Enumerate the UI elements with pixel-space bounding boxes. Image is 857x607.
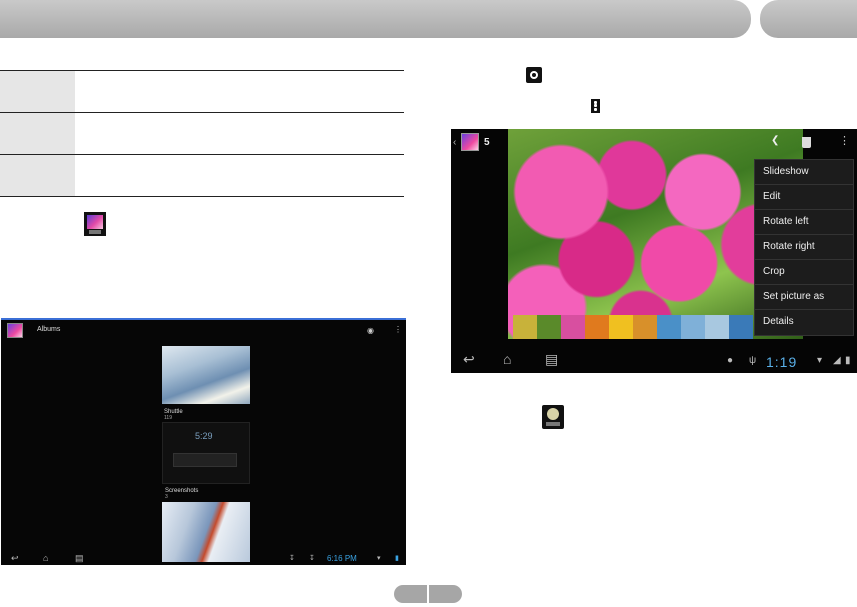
back-icon[interactable]: ↩ xyxy=(463,351,475,368)
row-text-cell xyxy=(76,71,404,112)
share-icon[interactable]: ❮ xyxy=(771,135,779,146)
wifi-icon: ▾ xyxy=(377,555,381,562)
home-icon[interactable]: ⌂ xyxy=(503,351,511,367)
filmstrip-thumbnail[interactable] xyxy=(681,315,705,339)
back-chevron-icon[interactable]: ‹ xyxy=(453,137,456,148)
camera-icon xyxy=(526,67,542,83)
table-row xyxy=(0,71,404,113)
album-list: Shuttle 119 5:29 Screenshots 3 sdcard 1 xyxy=(162,346,250,565)
overflow-menu-icon[interactable]: ⋮ xyxy=(394,325,402,334)
albums-screenshot: Albums ◉ ⋮ Shuttle 119 5:29 Screenshots … xyxy=(1,318,406,565)
album-count: 119 xyxy=(164,415,172,421)
album-name: Screenshots xyxy=(165,488,199,494)
dot xyxy=(594,107,597,111)
clock-thumbnail: 5:29 xyxy=(195,431,213,441)
albums-title: Albums xyxy=(37,326,61,333)
time-ampm: PM xyxy=(344,554,357,563)
system-nav-bar: ↩ ⌂ ▤ ● ψ 1:19 ▾ ◢ ▮ xyxy=(451,351,857,373)
menu-item-slideshow[interactable]: Slideshow xyxy=(755,160,853,185)
status-time: 6:16 PM xyxy=(327,554,357,563)
filmstrip-thumbnail[interactable] xyxy=(729,315,753,339)
info-table xyxy=(0,70,404,197)
signal-icon: ◢ xyxy=(833,355,841,366)
filmstrip xyxy=(513,315,753,339)
home-icon[interactable]: ⌂ xyxy=(43,553,48,563)
menu-item-set-picture-as[interactable]: Set picture as xyxy=(755,285,853,310)
battery-icon: ▮ xyxy=(845,355,851,366)
trash-icon[interactable] xyxy=(802,137,811,148)
menu-item-details[interactable]: Details xyxy=(755,310,853,335)
filmstrip-thumbnail[interactable] xyxy=(705,315,729,339)
filmstrip-thumbnail[interactable] xyxy=(561,315,585,339)
status-time: 1:19 xyxy=(766,354,798,370)
time-value: 6:16 xyxy=(327,554,343,563)
row-label-cell xyxy=(0,113,76,154)
back-icon[interactable]: ↩ xyxy=(11,553,19,564)
system-nav-bar: ↩ ⌂ ▤ ↧ ↧ 6:16 PM ▾ ▮ xyxy=(1,552,406,565)
table-row xyxy=(0,113,404,155)
camera-lens xyxy=(530,71,538,79)
photo-view-screenshot: ‹ 5 ❮ ⋮ Slideshow Edit Rotate left Rotat… xyxy=(451,129,857,373)
menu-item-rotate-left[interactable]: Rotate left xyxy=(755,210,853,235)
album-shuttle[interactable]: Shuttle 119 xyxy=(162,346,250,421)
row-label-cell xyxy=(0,155,76,196)
album-count: 3 xyxy=(165,494,168,500)
download-icon: ↧ xyxy=(309,555,315,562)
download-icon: ↧ xyxy=(289,555,295,562)
filmstrip-thumbnail[interactable] xyxy=(633,315,657,339)
people-app-icon xyxy=(542,405,564,429)
usb-icon: ψ xyxy=(749,355,757,366)
recent-apps-icon[interactable]: ▤ xyxy=(75,553,84,564)
gallery-icon-label xyxy=(89,230,101,234)
camera-icon[interactable]: ◉ xyxy=(367,326,374,335)
pill-divider xyxy=(427,585,429,603)
overflow-menu-icon xyxy=(591,99,600,113)
gallery-icon[interactable] xyxy=(461,133,479,151)
recent-apps-icon[interactable]: ▤ xyxy=(545,351,558,368)
table-row xyxy=(0,155,404,197)
menu-item-rotate-right[interactable]: Rotate right xyxy=(755,235,853,260)
album-screenshots[interactable]: 5:29 Screenshots 3 xyxy=(162,422,250,500)
menu-item-edit[interactable]: Edit xyxy=(755,185,853,210)
filmstrip-thumbnail[interactable] xyxy=(537,315,561,339)
battery-icon: ▮ xyxy=(395,555,399,562)
overflow-menu: Slideshow Edit Rotate left Rotate right … xyxy=(754,159,854,336)
photo-count: 5 xyxy=(484,137,490,148)
people-icon-label xyxy=(546,422,560,426)
thumbnail-card xyxy=(173,453,237,467)
gallery-app-icon xyxy=(84,212,106,236)
filmstrip-thumbnail[interactable] xyxy=(657,315,681,339)
albums-action-bar: Albums ◉ ⋮ xyxy=(1,320,406,342)
row-label-cell xyxy=(0,71,76,112)
filmstrip-thumbnail[interactable] xyxy=(609,315,633,339)
overflow-menu-icon[interactable]: ⋮ xyxy=(839,134,850,147)
filmstrip-thumbnail[interactable] xyxy=(585,315,609,339)
page-number-pill xyxy=(394,585,462,603)
page-tab xyxy=(760,0,857,38)
gallery-icon-image xyxy=(87,215,103,229)
row-text-cell xyxy=(76,155,404,196)
section-header-bar xyxy=(0,0,751,38)
menu-item-crop[interactable]: Crop xyxy=(755,260,853,285)
filmstrip-thumbnail[interactable] xyxy=(513,315,537,339)
row-text-cell xyxy=(76,113,404,154)
wifi-icon: ▾ xyxy=(817,355,823,366)
gallery-icon[interactable] xyxy=(7,323,23,338)
people-icon-face xyxy=(547,408,559,420)
android-icon: ● xyxy=(727,355,734,366)
